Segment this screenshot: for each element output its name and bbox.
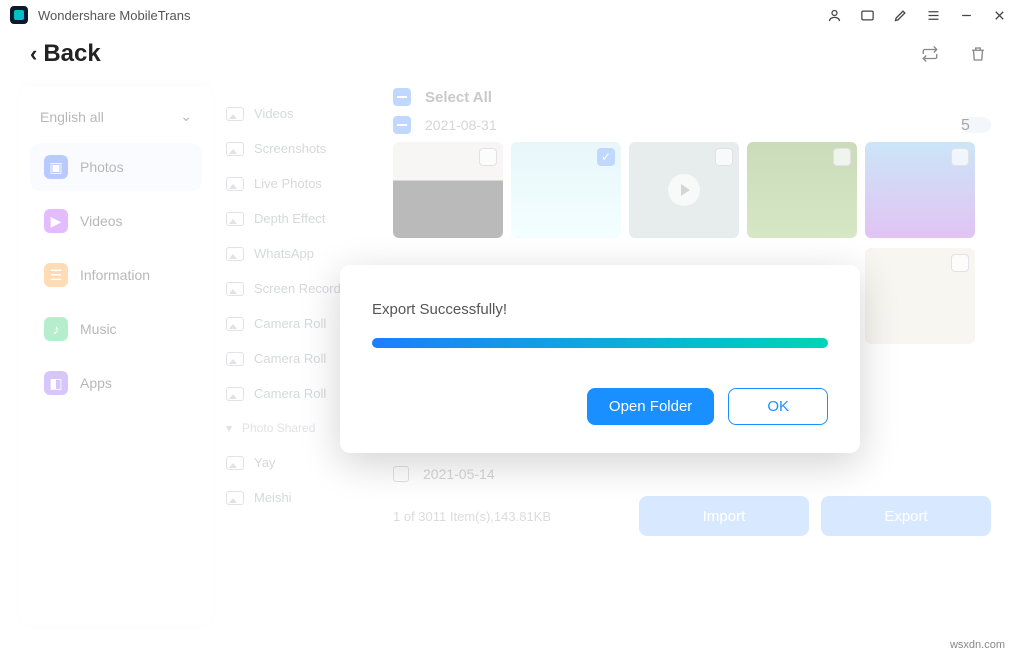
info-icon: ☰	[44, 263, 68, 287]
chevron-down-icon: ▾	[226, 421, 232, 435]
album-live-photos[interactable]: Live Photos	[220, 166, 379, 201]
edit-icon[interactable]	[893, 8, 908, 23]
album-icon	[226, 491, 244, 505]
album-icon	[226, 142, 244, 156]
sidebar-item-label: Music	[80, 321, 117, 337]
album-icon	[226, 387, 244, 401]
photo-thumbnail[interactable]	[747, 142, 857, 238]
back-button[interactable]: ‹ Back	[30, 40, 101, 68]
import-button[interactable]: Import	[639, 496, 809, 536]
album-depth-effect[interactable]: Depth Effect	[220, 201, 379, 236]
back-label: Back	[43, 40, 100, 68]
sidebar: English all ⌄ ▣ Photos ▶ Videos ☰ Inform…	[20, 86, 212, 625]
album-icon	[226, 352, 244, 366]
album-screenshots[interactable]: Screenshots	[220, 131, 379, 166]
back-row: ‹ Back	[0, 30, 1017, 86]
status-text: 1 of 3011 Item(s),143.81KB	[393, 509, 627, 524]
album-videos[interactable]: Videos	[220, 96, 379, 131]
photo-checkbox[interactable]	[833, 148, 851, 166]
photo-thumbnail[interactable]	[865, 248, 975, 344]
dropdown-label: English all	[40, 109, 104, 125]
count-badge: 5	[961, 117, 991, 133]
play-icon	[668, 174, 700, 206]
export-success-modal: Export Successfully! Open Folder OK	[340, 265, 860, 453]
album-icon	[226, 282, 244, 296]
watermark: wsxdn.com	[950, 639, 1005, 651]
delete-icon[interactable]	[969, 45, 987, 63]
date-checkbox[interactable]	[393, 466, 409, 482]
chevron-down-icon: ⌄	[180, 108, 192, 125]
photo-checkbox[interactable]	[951, 148, 969, 166]
sidebar-item-label: Information	[80, 267, 150, 283]
album-icon	[226, 247, 244, 261]
minimize-icon[interactable]	[959, 8, 974, 23]
language-dropdown[interactable]: English all ⌄	[30, 104, 202, 143]
message-icon[interactable]	[860, 8, 875, 23]
export-button[interactable]: Export	[821, 496, 991, 536]
refresh-icon[interactable]	[921, 45, 939, 63]
sidebar-item-photos[interactable]: ▣ Photos	[30, 143, 202, 191]
date-label: 2021-05-14	[423, 466, 495, 482]
date-checkbox[interactable]	[393, 116, 411, 134]
select-all-checkbox[interactable]	[393, 88, 411, 106]
modal-title: Export Successfully!	[372, 301, 828, 318]
photo-checkbox[interactable]	[479, 148, 497, 166]
sidebar-item-music[interactable]: ♪ Music	[30, 305, 202, 353]
ok-button[interactable]: OK	[728, 388, 828, 425]
menu-icon[interactable]	[926, 8, 941, 23]
photo-thumbnail[interactable]	[865, 142, 975, 238]
open-folder-button[interactable]: Open Folder	[587, 388, 714, 425]
album-icon	[226, 212, 244, 226]
photo-thumbnail[interactable]: ✓	[511, 142, 621, 238]
chevron-left-icon: ‹	[30, 41, 37, 67]
apps-icon: ◧	[44, 371, 68, 395]
sidebar-item-label: Videos	[80, 213, 123, 229]
album-icon	[226, 456, 244, 470]
titlebar: Wondershare MobileTrans	[0, 0, 1017, 30]
photo-checkbox[interactable]: ✓	[597, 148, 615, 166]
sidebar-item-label: Apps	[80, 375, 112, 391]
app-title: Wondershare MobileTrans	[38, 8, 190, 23]
videos-icon: ▶	[44, 209, 68, 233]
album-icon	[226, 107, 244, 121]
sidebar-item-label: Photos	[80, 159, 124, 175]
photos-icon: ▣	[44, 155, 68, 179]
date-label: 2021-08-31	[425, 117, 497, 133]
close-icon[interactable]	[992, 8, 1007, 23]
sidebar-item-information[interactable]: ☰ Information	[30, 251, 202, 299]
photo-thumbnail[interactable]	[629, 142, 739, 238]
progress-bar	[372, 338, 828, 348]
account-icon[interactable]	[827, 8, 842, 23]
photo-checkbox[interactable]	[715, 148, 733, 166]
music-icon: ♪	[44, 317, 68, 341]
album-icon	[226, 317, 244, 331]
sidebar-item-apps[interactable]: ◧ Apps	[30, 359, 202, 407]
album-icon	[226, 177, 244, 191]
album-meishi[interactable]: Meishi	[220, 480, 379, 515]
photo-checkbox[interactable]	[951, 254, 969, 272]
sidebar-item-videos[interactable]: ▶ Videos	[30, 197, 202, 245]
app-logo	[10, 6, 28, 24]
select-all-label: Select All	[425, 89, 492, 106]
photo-thumbnail[interactable]	[393, 142, 503, 238]
